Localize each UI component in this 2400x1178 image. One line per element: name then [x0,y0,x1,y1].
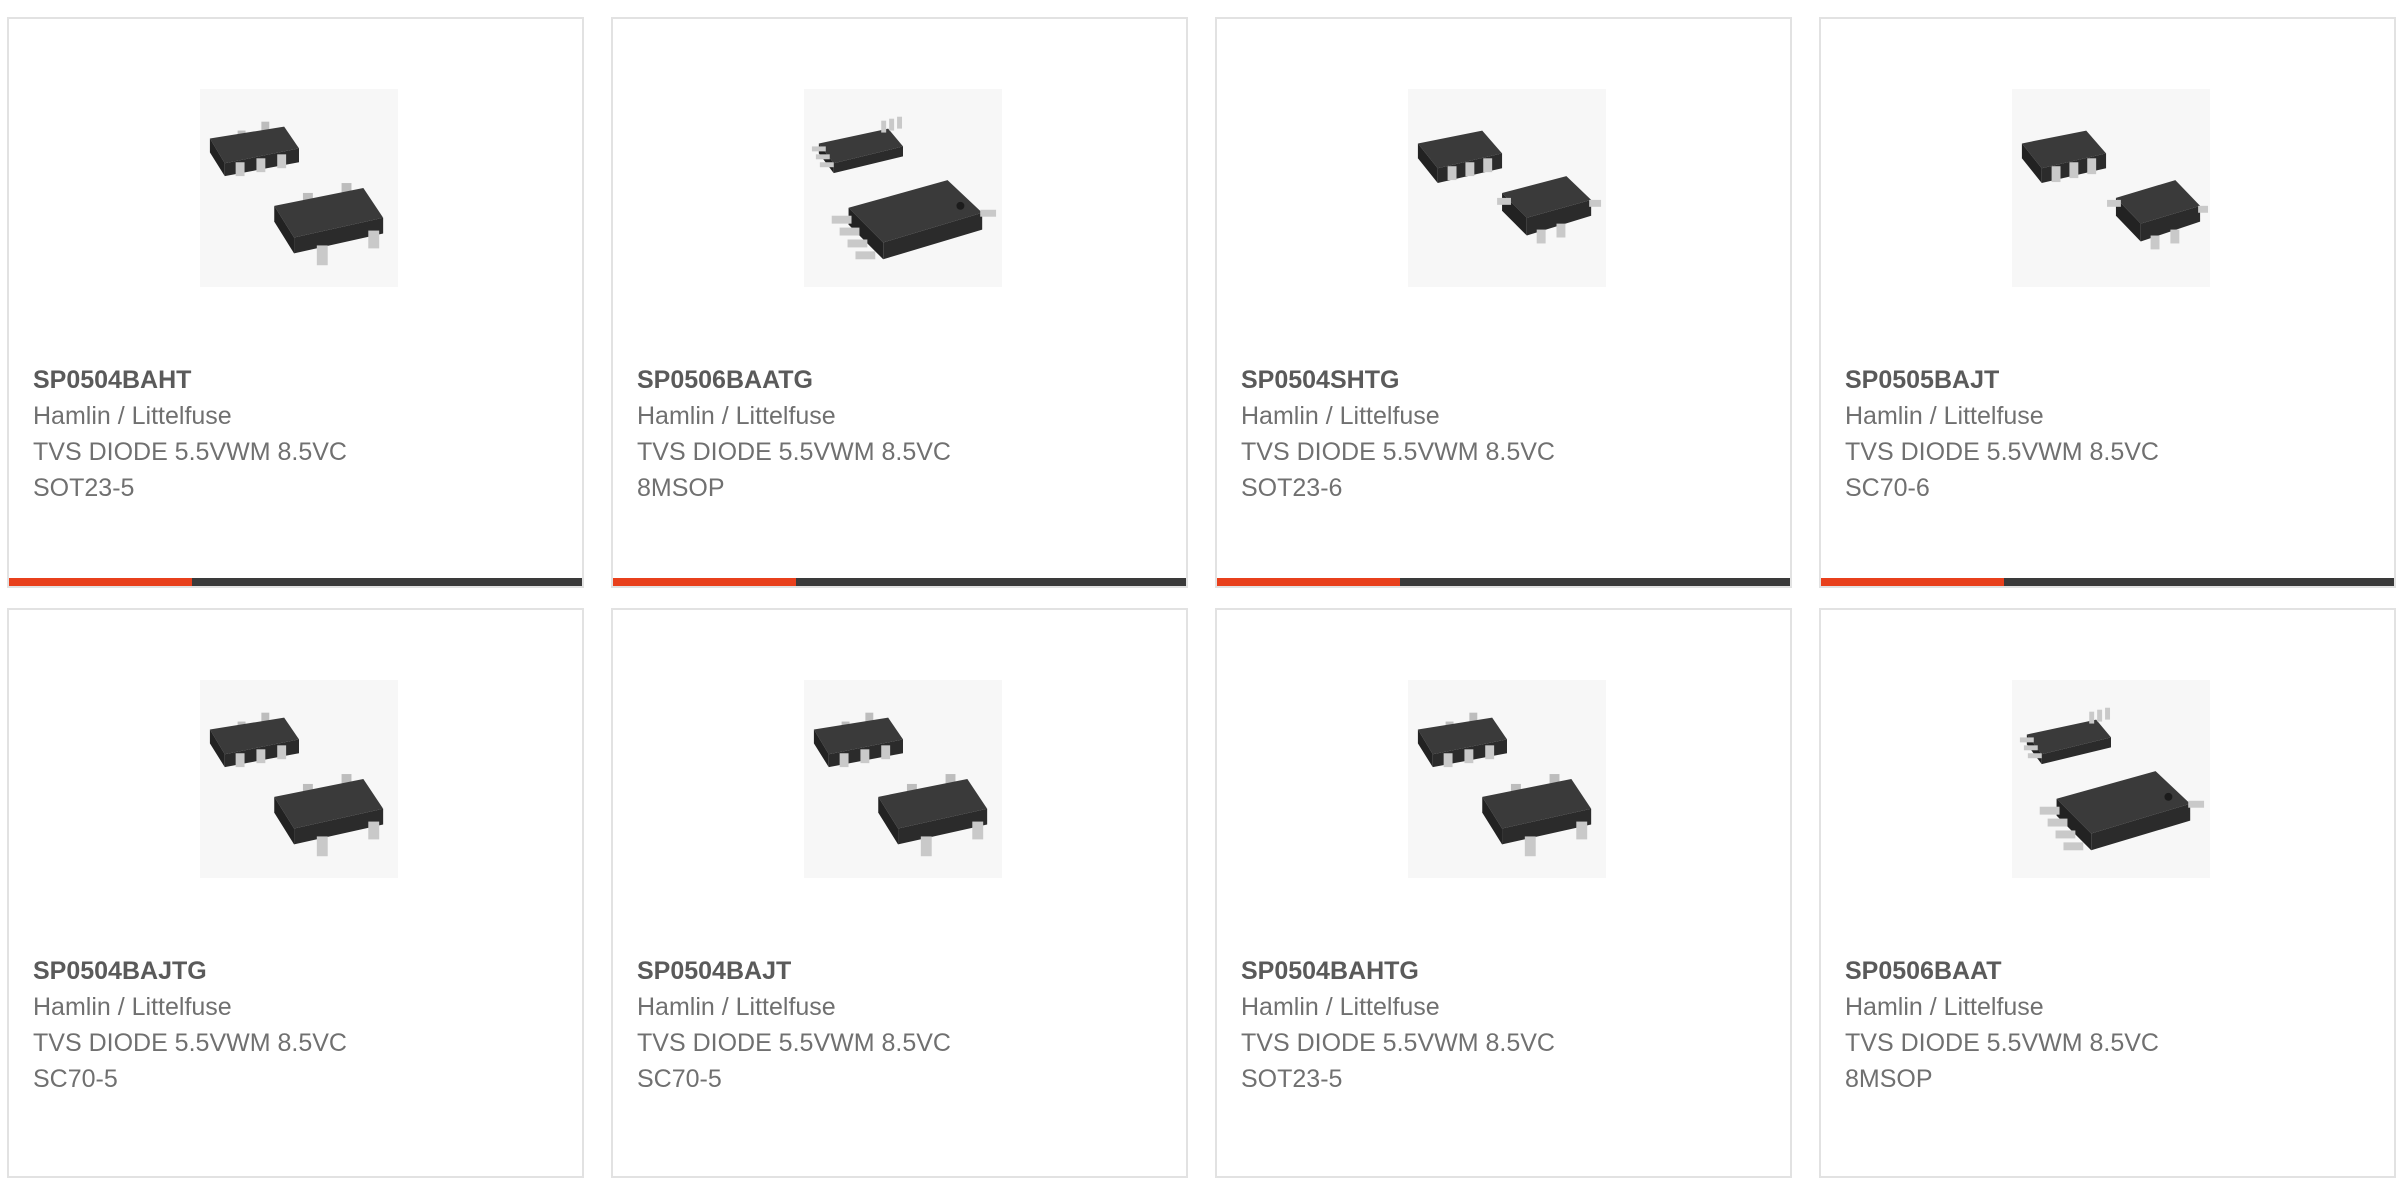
sot23-chip-icon [209,121,384,266]
package: SC70-6 [1845,474,1930,502]
sot23-chip-image[interactable] [200,680,398,878]
description: TVS DIODE 5.5VWM 8.5VC [1845,1029,2159,1057]
msop8-chip-image[interactable] [2012,680,2210,878]
package: SC70-5 [637,1065,722,1093]
part-number-link[interactable]: SP0504SHTG [1241,362,1770,398]
package: SOT23-6 [1241,474,1343,502]
product-card[interactable]: SP0506BAATG Hamlin / Littelfuse TVS DIOD… [611,17,1188,588]
sot23-chip-image[interactable] [200,89,398,287]
product-card[interactable]: SP0504BAJT Hamlin / Littelfuse TVS DIODE… [611,608,1188,1178]
sot23-chip-image[interactable] [804,680,1002,878]
product-card[interactable]: SP0504SHTG Hamlin / Littelfuse TVS DIODE… [1215,17,1792,588]
sot23-6-chip-icon [1417,130,1602,244]
card-accent-bar [613,578,1186,586]
description: TVS DIODE 5.5VWM 8.5VC [33,1029,347,1057]
product-info: SP0504SHTG Hamlin / Littelfuse TVS DIODE… [1241,362,1770,506]
product-info: SP0504BAHT Hamlin / Littelfuse TVS DIODE… [33,362,562,506]
product-card[interactable]: SP0504BAHT Hamlin / Littelfuse TVS DIODE… [7,17,584,588]
package: 8MSOP [1845,1065,1933,1093]
accent-segment [1217,578,1400,586]
part-number-link[interactable]: SP0504BAHTG [1241,953,1770,989]
card-accent-bar [1821,578,2394,586]
description: TVS DIODE 5.5VWM 8.5VC [33,438,347,466]
description: TVS DIODE 5.5VWM 8.5VC [1241,438,1555,466]
package: SOT23-5 [33,474,135,502]
manufacturer: Hamlin / Littelfuse [33,402,232,430]
part-number-link[interactable]: SP0505BAJT [1845,362,2374,398]
part-number-link[interactable]: SP0504BAJTG [33,953,562,989]
part-number-link[interactable]: SP0506BAATG [637,362,1166,398]
sot23-chip-icon [209,712,384,857]
accent-segment [1821,578,2004,586]
card-accent-bar [1217,578,1790,586]
manufacturer: Hamlin / Littelfuse [1845,993,2044,1021]
msop8-chip-image[interactable] [804,89,1002,287]
description: TVS DIODE 5.5VWM 8.5VC [1845,438,2159,466]
package: 8MSOP [637,474,725,502]
part-number-link[interactable]: SP0506BAAT [1845,953,2374,989]
product-info: SP0504BAJT Hamlin / Littelfuse TVS DIODE… [637,953,1166,1097]
product-info: SP0504BAHTG Hamlin / Littelfuse TVS DIOD… [1241,953,1770,1097]
sot23-chip-icon [813,712,988,857]
accent-segment [613,578,796,586]
manufacturer: Hamlin / Littelfuse [637,402,836,430]
product-card[interactable]: SP0506BAAT Hamlin / Littelfuse TVS DIODE… [1819,608,2396,1178]
manufacturer: Hamlin / Littelfuse [1845,402,2044,430]
product-card[interactable]: SP0505BAJT Hamlin / Littelfuse TVS DIODE… [1819,17,2396,588]
description: TVS DIODE 5.5VWM 8.5VC [1241,1029,1555,1057]
card-accent-bar [9,578,582,586]
description: TVS DIODE 5.5VWM 8.5VC [637,438,951,466]
product-card[interactable]: SP0504BAHTG Hamlin / Littelfuse TVS DIOD… [1215,608,1792,1178]
manufacturer: Hamlin / Littelfuse [637,993,836,1021]
manufacturer: Hamlin / Littelfuse [1241,402,1440,430]
accent-segment [9,578,192,586]
product-info: SP0504BAJTG Hamlin / Littelfuse TVS DIOD… [33,953,562,1097]
sc70-6-chip-image[interactable] [2012,89,2210,287]
manufacturer: Hamlin / Littelfuse [33,993,232,1021]
product-info: SP0506BAATG Hamlin / Littelfuse TVS DIOD… [637,362,1166,506]
part-number-link[interactable]: SP0504BAJT [637,953,1166,989]
msop8-chip-icon [2019,707,2205,851]
manufacturer: Hamlin / Littelfuse [1241,993,1440,1021]
product-card[interactable]: SP0504BAJTG Hamlin / Littelfuse TVS DIOD… [7,608,584,1178]
part-number-link[interactable]: SP0504BAHT [33,362,562,398]
package: SOT23-5 [1241,1065,1343,1093]
msop8-chip-icon [811,116,997,260]
sc70-6-chip-icon [2021,130,2209,250]
product-info: SP0506BAAT Hamlin / Littelfuse TVS DIODE… [1845,953,2374,1097]
package: SC70-5 [33,1065,118,1093]
product-info: SP0505BAJT Hamlin / Littelfuse TVS DIODE… [1845,362,2374,506]
sot23-6-chip-image[interactable] [1408,89,1606,287]
sot23-chip-icon [1417,712,1592,857]
description: TVS DIODE 5.5VWM 8.5VC [637,1029,951,1057]
sot23-chip-image[interactable] [1408,680,1606,878]
